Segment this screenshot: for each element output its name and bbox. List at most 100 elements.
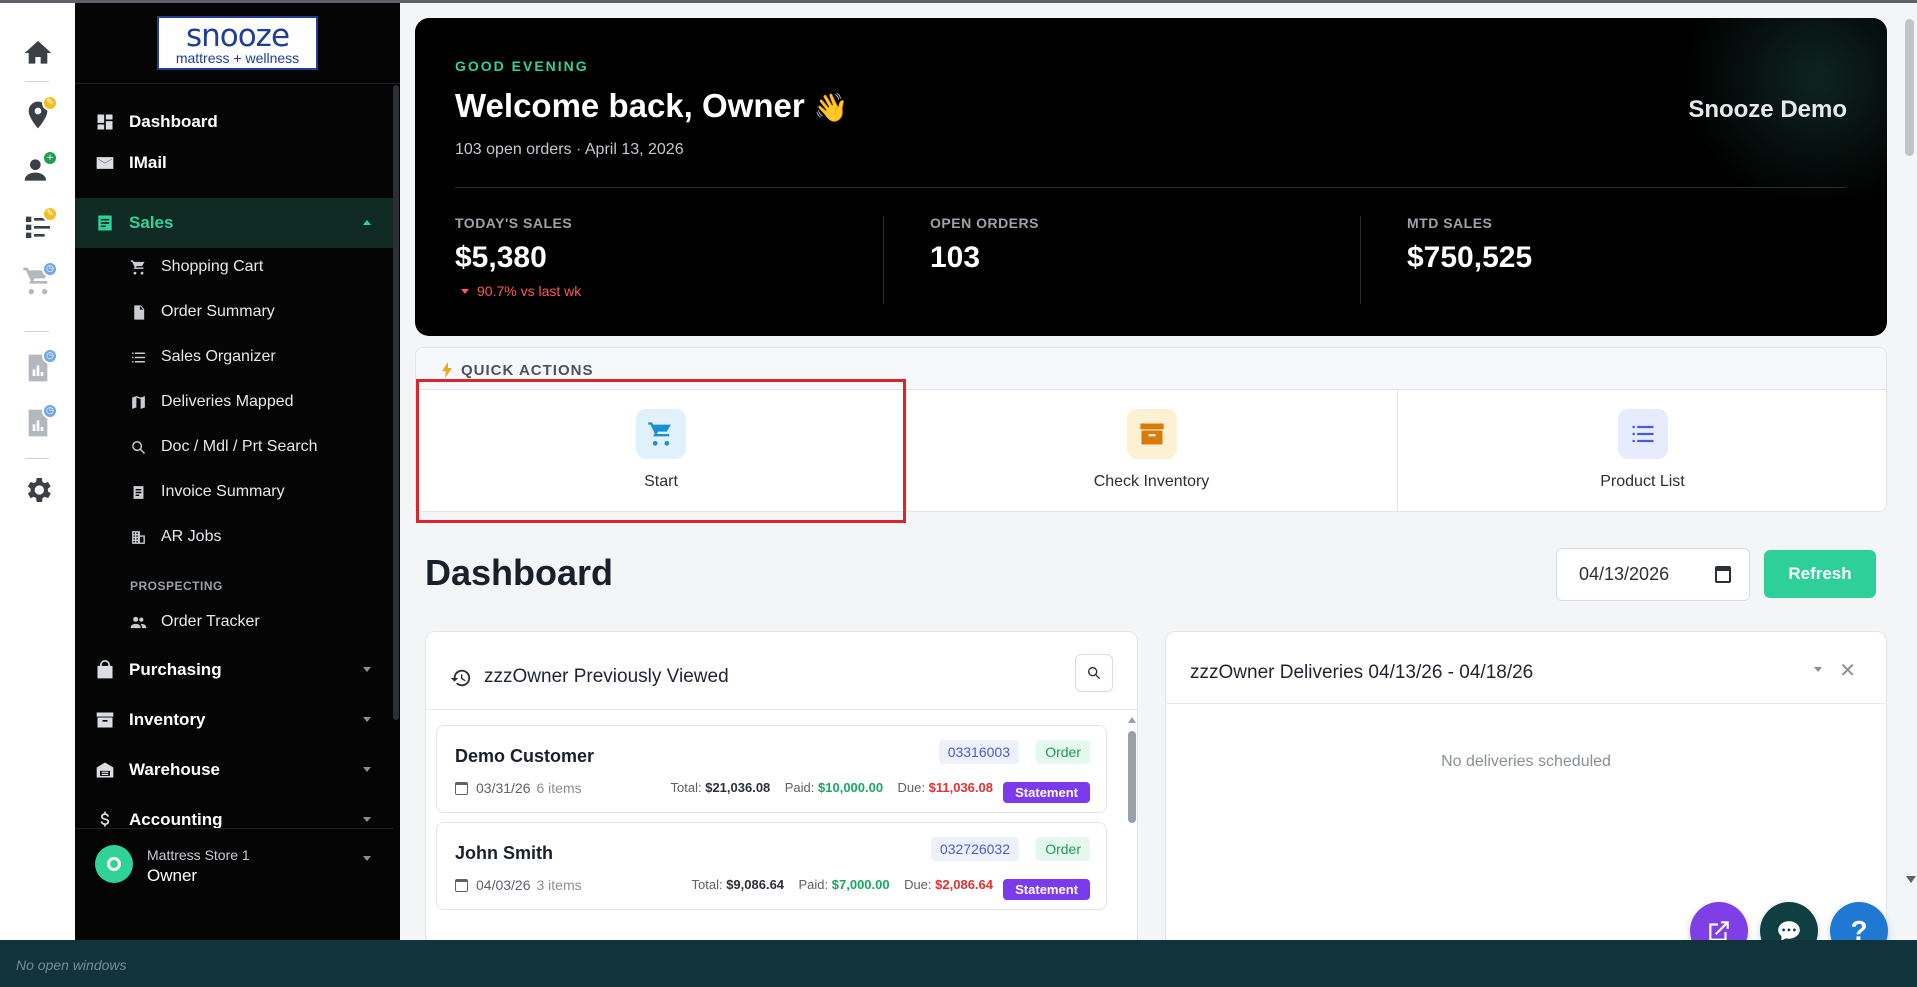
order-number-badge[interactable]: 03316003 (938, 740, 1019, 764)
search-button[interactable] (1075, 654, 1113, 692)
sidebar-scrollbar[interactable] (393, 85, 399, 720)
sidebar-item-label: IMail (129, 153, 167, 172)
order-number-badge[interactable]: 032726032 (930, 837, 1019, 861)
scroll-up-arrow[interactable] (1128, 717, 1136, 723)
store-switcher[interactable]: Mattress Store 1 Owner (75, 828, 393, 888)
gear-icon[interactable] (18, 470, 58, 510)
date-text: 03/31/26 (476, 780, 531, 796)
sidebar-item-imail[interactable]: IMail (75, 138, 393, 188)
clock-badge: ◷ (42, 261, 58, 277)
panel-scrollbar[interactable] (1126, 717, 1137, 940)
report-icon[interactable]: ◷ (18, 403, 58, 443)
sidebar-item-inventory[interactable]: Inventory (75, 695, 393, 745)
cart-icon[interactable]: ◷ (18, 261, 58, 301)
sidebar-item-shopping-cart[interactable]: Shopping Cart (75, 247, 393, 287)
scroll-thumb[interactable] (1128, 731, 1136, 823)
location-pin-icon[interactable]: ✎ (18, 95, 58, 135)
sidebar-item-sales-organizer[interactable]: Sales Organizer (75, 337, 393, 377)
scroll-down-arrow[interactable] (1906, 876, 1916, 883)
user-role: Owner (147, 866, 198, 885)
chevron-down-icon (363, 667, 371, 672)
close-icon[interactable]: ✕ (1839, 658, 1856, 682)
sidebar-item-label: AR Jobs (161, 528, 222, 545)
sidebar-item-label: Doc / Mdl / Prt Search (161, 438, 318, 455)
sidebar-item-purchasing[interactable]: Purchasing (75, 645, 393, 695)
calendar-icon[interactable] (1715, 566, 1731, 583)
external-link-icon (1709, 921, 1729, 940)
bag-icon (97, 660, 113, 679)
calendar-icon (455, 781, 468, 795)
sidebar-item-label: Accounting (129, 810, 223, 829)
refresh-button[interactable]: Refresh (1764, 550, 1876, 598)
chevron-down-icon[interactable] (1814, 667, 1822, 672)
order-card[interactable]: John Smith 032726032 Order 04/03/26 3 ite… (436, 822, 1107, 910)
sidebar-item-label: Deliveries Mapped (161, 393, 294, 410)
quick-action-label: Product List (1600, 473, 1685, 490)
sidebar-item-label: Order Summary (161, 303, 275, 320)
sidebar-item-invoice-summary[interactable]: Invoice Summary (75, 472, 393, 512)
date-input[interactable]: 04/13/2026 (1556, 548, 1750, 601)
store-name: Mattress Store 1 (147, 847, 250, 863)
taskbar: No open windows (0, 940, 1917, 987)
section-label-prospecting: PROSPECTING (130, 579, 223, 593)
item-count: 3 items (536, 877, 582, 893)
panel-header: zzzOwner Deliveries 04/13/26 - 04/18/26 … (1166, 632, 1886, 704)
checklist-icon[interactable]: ✎ (18, 206, 58, 246)
report-icon[interactable]: ◷ (18, 348, 58, 388)
calendar-icon (455, 878, 468, 892)
archive-icon (1126, 409, 1177, 459)
panel-header: zzzOwner Previously Viewed (426, 632, 1137, 710)
scroll-thumb[interactable] (1905, 19, 1914, 156)
sidebar-item-label: Order Tracker (161, 613, 260, 630)
chevron-up-icon (363, 220, 371, 225)
previously-viewed-panel: zzzOwner Previously Viewed Demo Customer… (425, 631, 1138, 940)
quick-action-product-list[interactable]: Product List (1397, 390, 1886, 511)
sidebar-item-order-tracker[interactable]: Order Tracker (75, 602, 393, 642)
rail-divider (25, 81, 49, 82)
archive-icon (96, 712, 114, 728)
search-icon (132, 440, 146, 454)
brand-name: snooze (185, 17, 290, 54)
receipt-icon (133, 485, 144, 499)
people-icon (130, 616, 147, 628)
cart-icon (130, 259, 145, 275)
rail-divider (25, 458, 49, 459)
paid-label: Paid: (798, 877, 829, 892)
page-scrollbar[interactable] (1900, 3, 1917, 940)
down-arrow-icon (461, 289, 469, 294)
kpi-delta: 90.7% vs last wk (455, 283, 885, 299)
map-icon (132, 395, 145, 409)
statement-button[interactable]: Statement (1003, 879, 1090, 900)
kpi-label: OPEN ORDERS (930, 215, 1039, 231)
avatar (95, 845, 133, 883)
building-icon (132, 530, 145, 544)
date-value: 04/13/2026 (1579, 564, 1670, 584)
due-label: Due: (904, 877, 932, 892)
statement-button[interactable]: Statement (1003, 782, 1090, 803)
sidebar-item-doc-search[interactable]: Doc / Mdl / Prt Search (75, 427, 393, 467)
kpi-mtd-sales: MTD SALES $750,525 (1407, 215, 1837, 275)
dashboard-icon (97, 114, 113, 130)
list-icon (1617, 409, 1668, 459)
add-user-icon[interactable]: + (18, 150, 58, 190)
list-icon (132, 352, 145, 362)
panel-title: zzzOwner Previously Viewed (484, 666, 729, 687)
sidebar-item-deliveries-mapped[interactable]: Deliveries Mapped (75, 382, 393, 422)
sidebar-item-label: Sales (129, 213, 174, 232)
quick-action-check-inventory[interactable]: Check Inventory (906, 390, 1396, 511)
brand-logo[interactable]: snooze mattress + wellness (157, 16, 318, 70)
sidebar-item-warehouse[interactable]: Warehouse (75, 745, 393, 795)
chat-icon (1778, 921, 1800, 940)
sidebar: snooze mattress + wellness Dashboard IMa… (75, 3, 400, 940)
customer-name: Demo Customer (455, 746, 595, 766)
status-badge: Order (1036, 837, 1090, 861)
sidebar-item-order-summary[interactable]: Order Summary (75, 292, 393, 332)
sidebar-item-sales[interactable]: Sales (75, 198, 393, 248)
kpi-value: $750,525 (1407, 241, 1533, 274)
kpi-value: 103 (930, 241, 981, 274)
sidebar-item-ar-jobs[interactable]: AR Jobs (75, 517, 393, 557)
kpi-label: TODAY'S SALES (455, 215, 573, 231)
history-icon (450, 669, 471, 687)
order-card[interactable]: Demo Customer 03316003 Order 03/31/26 6 i… (436, 725, 1107, 813)
home-icon[interactable] (18, 33, 58, 73)
